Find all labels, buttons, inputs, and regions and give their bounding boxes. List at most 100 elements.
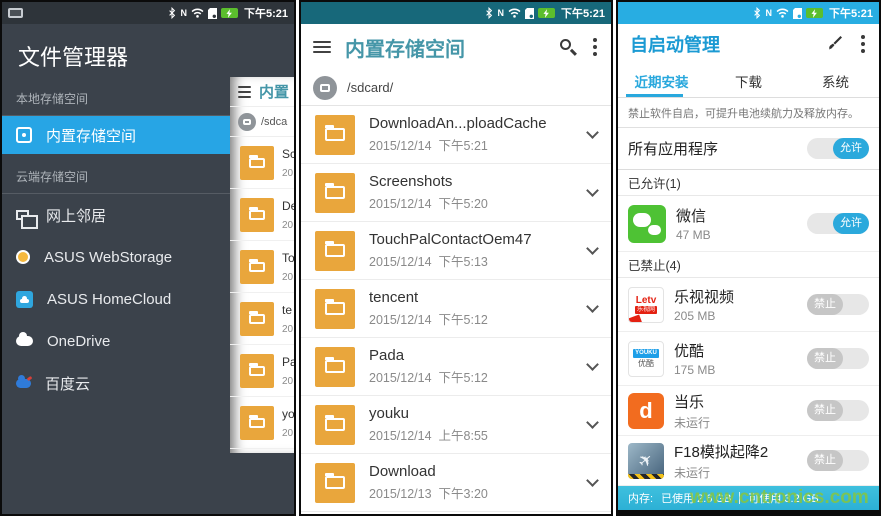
list-item[interactable]: Sc20 — [230, 137, 296, 189]
app-size: 175 MB — [674, 363, 797, 377]
sdcard-icon — [525, 8, 534, 19]
file-name: Sc — [282, 147, 296, 161]
wechat-icon — [628, 205, 666, 243]
memory-label: 内存: — [628, 490, 653, 506]
letv-icon: Letv 乐视网 — [628, 287, 664, 323]
sidebar-item-asus-homecloud[interactable]: ASUS HomeCloud — [2, 278, 230, 320]
file-date: 2015/12/13 下午3:20 — [369, 483, 574, 502]
file-name: tencent — [369, 289, 574, 306]
letv-logo-subtext: 乐视网 — [635, 306, 657, 314]
folder-icon — [315, 231, 355, 271]
list-item[interactable]: To 20 — [230, 241, 296, 293]
tab-system[interactable]: 系统 — [792, 64, 879, 97]
sidebar-item-label: ASUS WebStorage — [44, 249, 172, 266]
file-date: 20 — [282, 272, 293, 283]
peek-title: 内置 — [259, 81, 289, 102]
sidebar-item-internal-storage[interactable]: 内置存储空间 — [2, 116, 230, 154]
overflow-menu-icon[interactable] — [591, 36, 599, 58]
youku-logo-text: YOUKU — [633, 349, 659, 358]
chevron-down-icon[interactable] — [586, 416, 599, 429]
dangle-toggle[interactable]: 禁止 — [807, 400, 869, 421]
app-bar: 内置存储空间 — [301, 24, 611, 70]
file-name: TouchPalContactOem47 — [369, 231, 574, 248]
sdcard-icon — [793, 8, 802, 19]
list-item[interactable]: De20 — [230, 449, 296, 453]
sidebar-item-label: OneDrive — [47, 333, 110, 350]
file-name: To — [282, 251, 295, 265]
sidebar-item-asus-webstorage[interactable]: ASUS WebStorage — [2, 236, 230, 278]
file-row[interactable]: TouchPalContactOem472015/12/14 下午5:13 — [301, 222, 611, 280]
f18-toggle[interactable]: 禁止 — [807, 450, 869, 471]
youku-logo-subtext: 优酷 — [638, 358, 654, 369]
file-row[interactable]: Pada2015/12/14 下午5:12 — [301, 338, 611, 396]
peek-app-bar: 内置 — [230, 77, 296, 107]
toggle-state-label: 允许 — [833, 138, 869, 159]
toggle-state-label: 禁止 — [807, 294, 843, 315]
search-icon[interactable] — [559, 38, 577, 56]
list-item[interactable]: yo20 — [230, 397, 296, 449]
folder-icon — [315, 289, 355, 329]
file-row[interactable]: Screenshots2015/12/14 下午5:20 — [301, 164, 611, 222]
chevron-down-icon[interactable] — [586, 126, 599, 139]
toggle-state-label: 禁止 — [807, 348, 843, 369]
overflow-menu-icon[interactable] — [859, 33, 867, 55]
wechat-toggle[interactable]: 允许 — [807, 213, 869, 234]
file-name: Pa — [282, 355, 296, 369]
sidebar-item-label: 网上邻居 — [46, 205, 106, 226]
folder-icon — [315, 463, 355, 503]
app-row-youku: YOUKU 优酷 优酷 175 MB 禁止 — [618, 332, 879, 386]
file-row[interactable]: youku2015/12/14 上午8:55 — [301, 396, 611, 454]
nfc-icon: N — [497, 8, 504, 18]
chevron-down-icon[interactable] — [586, 474, 599, 487]
nfc-icon: N — [765, 8, 772, 18]
screen-bottom-edge — [618, 510, 879, 516]
sidebar-item-baidu-cloud[interactable]: 百度云 — [2, 362, 230, 404]
internal-storage-icon — [16, 127, 32, 143]
file-name: Pada — [369, 347, 574, 364]
youku-icon: YOUKU 优酷 — [628, 341, 664, 377]
cloud-storage-section-label: 云端存储空间 — [2, 154, 230, 194]
folder-icon — [240, 354, 274, 388]
folder-icon — [240, 198, 274, 232]
chevron-down-icon[interactable] — [586, 300, 599, 313]
navigation-drawer: 文件管理器 本地存储空间 内置存储空间 云端存储空间 网上邻居 ASUS Web… — [2, 24, 230, 404]
menu-icon[interactable] — [313, 41, 331, 53]
sidebar-item-onedrive[interactable]: OneDrive — [2, 320, 230, 362]
all-apps-row: 所有应用程序 允许 — [618, 128, 879, 170]
file-row[interactable]: Download2015/12/13 下午3:20 — [301, 454, 611, 512]
dangle-icon: d — [628, 393, 664, 429]
file-date: 2015/12/14 下午5:12 — [369, 309, 574, 328]
jet-glyph: ✈ — [634, 448, 658, 472]
tab-download[interactable]: 下载 — [705, 64, 792, 97]
file-date: 2015/12/14 上午8:55 — [369, 425, 574, 444]
app-name: 乐视视频 — [674, 286, 797, 307]
list-item[interactable]: De20 — [230, 189, 296, 241]
watermark-text: www.cntronics.com — [690, 487, 869, 509]
chevron-down-icon[interactable] — [586, 184, 599, 197]
peek-path-bar: /sdca — [230, 107, 296, 137]
file-list-peek: 内置 /sdca Sc20 De20 To20 te20 — [230, 77, 296, 453]
list-item[interactable]: Pa20 — [230, 345, 296, 397]
chevron-down-icon[interactable] — [586, 242, 599, 255]
file-date: 20 — [282, 428, 293, 439]
tab-recent-install[interactable]: 近期安装 — [618, 64, 705, 97]
sidebar-item-label: 百度云 — [45, 373, 90, 394]
folder-icon — [240, 250, 274, 284]
chevron-down-icon[interactable] — [586, 358, 599, 371]
onedrive-icon — [16, 336, 33, 346]
status-bar: N 下午5:21 — [2, 2, 294, 24]
menu-icon[interactable] — [238, 86, 251, 98]
file-row[interactable]: tencent 2015/12/14 下午5:12 — [301, 280, 611, 338]
sidebar-item-network-places[interactable]: 网上邻居 — [2, 194, 230, 236]
clean-brush-icon[interactable] — [825, 35, 843, 53]
file-row[interactable]: DownloadAn...ploadCache2015/12/14 下午5:21 — [301, 106, 611, 164]
clock: 下午5:21 — [561, 5, 605, 21]
list-item[interactable]: te20 — [230, 293, 296, 345]
toggle-state-label: 允许 — [833, 213, 869, 234]
path-bar[interactable]: /sdcard/ — [301, 70, 611, 106]
autostart-manager-screen: N 下午5:21 自启动管理 近期安装 下载 系统 禁止软件自启，可提升电池续航… — [616, 0, 881, 516]
all-apps-toggle[interactable]: 允许 — [807, 138, 869, 159]
wifi-icon — [508, 8, 521, 18]
letv-toggle[interactable]: 禁止 — [807, 294, 869, 315]
youku-toggle[interactable]: 禁止 — [807, 348, 869, 369]
